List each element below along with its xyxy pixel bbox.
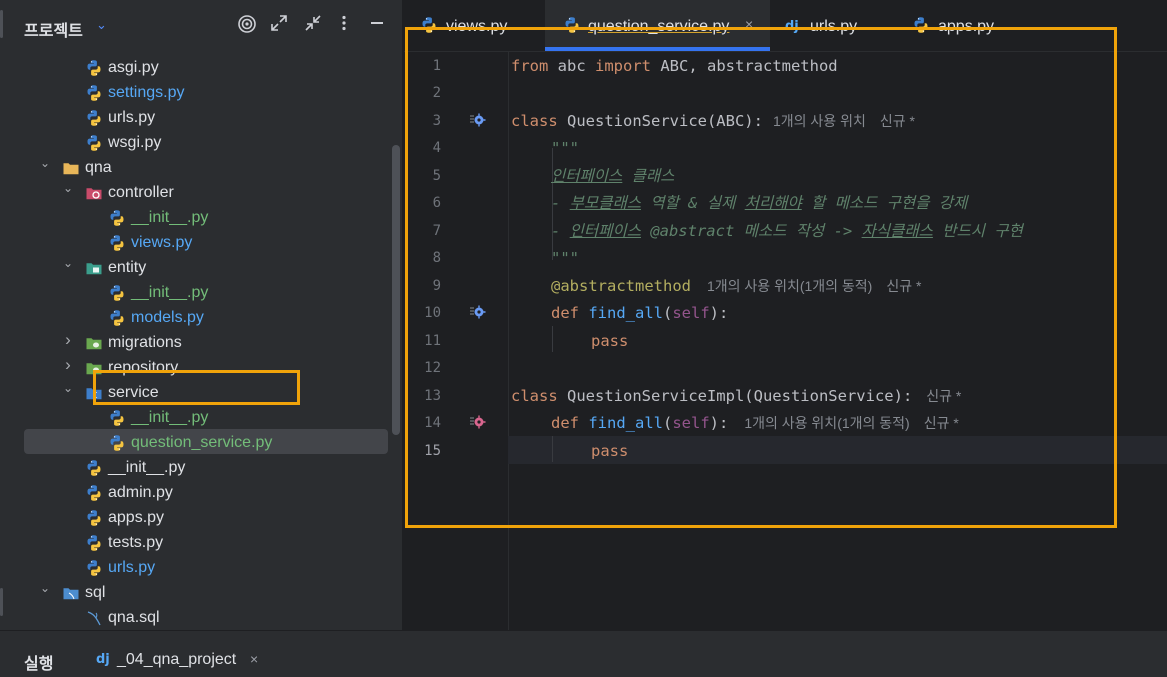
python-icon (85, 534, 103, 552)
tree-item[interactable]: __init__.py (0, 205, 400, 230)
tree-item[interactable]: apps.py (0, 505, 400, 530)
chevron-down-icon[interactable]: ⌄ (61, 379, 75, 397)
tree-item-label: urls.py (108, 559, 156, 576)
python-icon (108, 434, 126, 452)
chevron-right-icon[interactable]: › (61, 356, 75, 374)
tree-item-label: asgi.py (108, 59, 159, 76)
tree-item-label: migrations (108, 334, 182, 351)
tree-item[interactable]: models.py (0, 305, 400, 330)
tree-item-label: entity (108, 259, 147, 276)
python-icon (85, 134, 103, 152)
python-icon (108, 209, 126, 227)
tree-item-label: settings.py (108, 84, 185, 101)
tree-item[interactable]: ⌄ controller (0, 180, 400, 205)
tree-item[interactable]: __init__.py (0, 280, 400, 305)
tree-item[interactable]: views.py (0, 230, 400, 255)
more-options-icon[interactable] (333, 14, 355, 36)
tree-item[interactable]: __init__.py (0, 455, 400, 480)
chevron-down-icon[interactable]: ⌄ (38, 154, 52, 172)
expand-all-icon[interactable] (268, 14, 290, 36)
folder-icon (62, 159, 80, 177)
tree-item-label: wsgi.py (108, 134, 162, 151)
python-icon (108, 284, 126, 302)
python-icon (108, 234, 126, 252)
run-tool-window-bar: 실행 dj _04_qna_project × (0, 630, 1167, 677)
svg-text:dj: dj (96, 652, 110, 667)
project-panel-title[interactable]: 프로젝트 (24, 17, 83, 41)
tree-item[interactable]: __init__.py (0, 405, 400, 430)
entity-folder-icon (85, 259, 103, 277)
sql-file-icon (85, 609, 103, 627)
python-icon (85, 509, 103, 527)
python-icon (85, 559, 103, 577)
chevron-down-icon[interactable]: ⌄ (61, 179, 75, 197)
tree-item[interactable]: question_service.py (0, 430, 400, 455)
python-icon (85, 484, 103, 502)
tree-item[interactable]: urls.py (0, 555, 400, 580)
python-icon (85, 59, 103, 77)
tree-item[interactable]: ⌄ qna (0, 155, 400, 180)
project-tree: asgi.py settings.py urls.py wsgi.py ⌄ qna ⌄ con… (0, 55, 403, 630)
tree-item[interactable]: urls.py (0, 105, 400, 130)
folder-icon (62, 584, 80, 602)
close-icon[interactable]: × (250, 651, 258, 667)
tree-item-label: __init__.py (108, 459, 186, 476)
tree-item[interactable]: › migrations (0, 330, 400, 355)
tree-item[interactable]: tests.py (0, 530, 400, 555)
tree-item-label: __init__.py (131, 209, 209, 226)
tree-item-label: controller (108, 184, 174, 201)
python-icon (108, 309, 126, 327)
chevron-right-icon[interactable]: › (61, 331, 75, 349)
tree-item-label: question_service.py (131, 434, 273, 451)
chevron-down-icon[interactable]: ⌄ (38, 579, 52, 597)
tree-item-label: admin.py (108, 484, 173, 501)
tree-item[interactable]: ⌄ entity (0, 255, 400, 280)
collapse-all-icon[interactable] (302, 14, 324, 36)
tree-item-label: views.py (131, 234, 193, 251)
selected-file-highlight-frame (93, 370, 300, 405)
project-panel-header: 프로젝트 ⌄ (0, 0, 403, 52)
project-panel: 프로젝트 ⌄ asgi.py settings.py urls.py wsgi.py ⌄… (0, 0, 403, 630)
tree-item[interactable]: admin.py (0, 480, 400, 505)
migrations-folder-icon (85, 334, 103, 352)
tree-item-label: tests.py (108, 534, 164, 551)
tree-item-label: qna (85, 159, 112, 176)
target-icon[interactable] (236, 14, 258, 36)
tree-item-label: __init__.py (131, 284, 209, 301)
chevron-down-icon[interactable]: ⌄ (61, 254, 75, 272)
tree-item-label: models.py (131, 309, 204, 326)
django-icon: dj (95, 649, 113, 667)
python-icon (85, 109, 103, 127)
tree-item[interactable]: settings.py (0, 80, 400, 105)
tree-item-label: __init__.py (131, 409, 209, 426)
chevron-down-icon[interactable]: ⌄ (96, 17, 107, 33)
tree-item-label: apps.py (108, 509, 165, 526)
tree-item-label: urls.py (108, 109, 156, 126)
tree-item[interactable]: wsgi.py (0, 130, 400, 155)
python-icon (108, 409, 126, 427)
tree-item[interactable]: asgi.py (0, 55, 400, 80)
minimize-icon[interactable] (366, 14, 388, 36)
tree-scrollbar[interactable] (392, 145, 400, 435)
controller-folder-icon (85, 184, 103, 202)
run-config-tab[interactable]: _04_qna_project (117, 651, 236, 669)
python-icon (85, 84, 103, 102)
tree-item[interactable]: ⌄ sql (0, 580, 400, 605)
run-title[interactable]: 실행 (24, 650, 53, 674)
tree-item[interactable]: qna.sql (0, 605, 400, 630)
tree-item-label: sql (85, 584, 106, 601)
python-icon (85, 459, 103, 477)
code-highlight-frame (405, 27, 1117, 528)
tree-item-label: qna.sql (108, 609, 160, 626)
